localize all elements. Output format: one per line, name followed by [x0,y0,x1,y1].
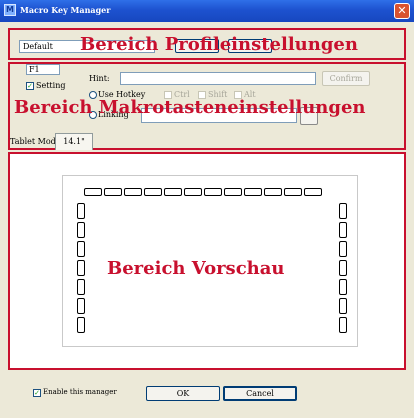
preview-key-top[interactable] [184,188,202,196]
close-button[interactable]: ✕ [394,3,410,19]
preview-area-label: Bereich Vorschau [107,258,285,279]
preview-key-top[interactable] [144,188,162,196]
key-select[interactable]: F1 [26,64,60,75]
preview-key-right[interactable] [339,298,347,314]
window-title: Macro Key Manager [20,5,111,15]
ok-button[interactable]: OK [146,386,220,401]
preview-key-left[interactable] [77,260,85,276]
macro-area-label: Bereich Makrotasteneinstellungen [14,97,366,118]
preview-key-top[interactable] [244,188,262,196]
app-icon: M [4,4,16,16]
key-select-value: F1 [29,65,40,74]
preview-key-top[interactable] [124,188,142,196]
preview-key-left[interactable] [77,241,85,257]
hint-label: Hint: [89,74,110,83]
preview-key-right[interactable] [339,317,347,333]
preview-key-left[interactable] [77,298,85,314]
preview-key-right[interactable] [339,241,347,257]
hint-input[interactable] [120,72,316,85]
confirm-button[interactable]: Confirm [322,71,370,86]
preview-key-top[interactable] [164,188,182,196]
profile-area-label: Bereich Profileinstellungen [80,34,358,55]
preview-key-right[interactable] [339,222,347,238]
enable-manager-checkbox[interactable]: ✓ [33,389,41,397]
preview-key-top[interactable] [84,188,102,196]
profile-select-value: Default [23,42,53,51]
preview-key-top[interactable] [284,188,302,196]
preview-key-top[interactable] [224,188,242,196]
preview-key-top[interactable] [104,188,122,196]
preview-key-top[interactable] [264,188,282,196]
preview-key-right[interactable] [339,260,347,276]
preview-key-right[interactable] [339,203,347,219]
tablet-mode-value: 14.1" [63,137,85,146]
preview-key-left[interactable] [77,203,85,219]
preview-key-left[interactable] [77,222,85,238]
setting-checkbox[interactable]: ✓ [26,82,34,90]
cancel-button[interactable]: Cancel [223,386,297,401]
setting-label: Setting [36,81,66,90]
tablet-mode-tab[interactable]: 14.1" [55,133,93,150]
enable-manager-label: Enable this manager [43,388,117,396]
preview-key-top[interactable] [304,188,322,196]
preview-key-left[interactable] [77,317,85,333]
preview-key-top[interactable] [204,188,222,196]
preview-key-right[interactable] [339,279,347,295]
preview-key-left[interactable] [77,279,85,295]
